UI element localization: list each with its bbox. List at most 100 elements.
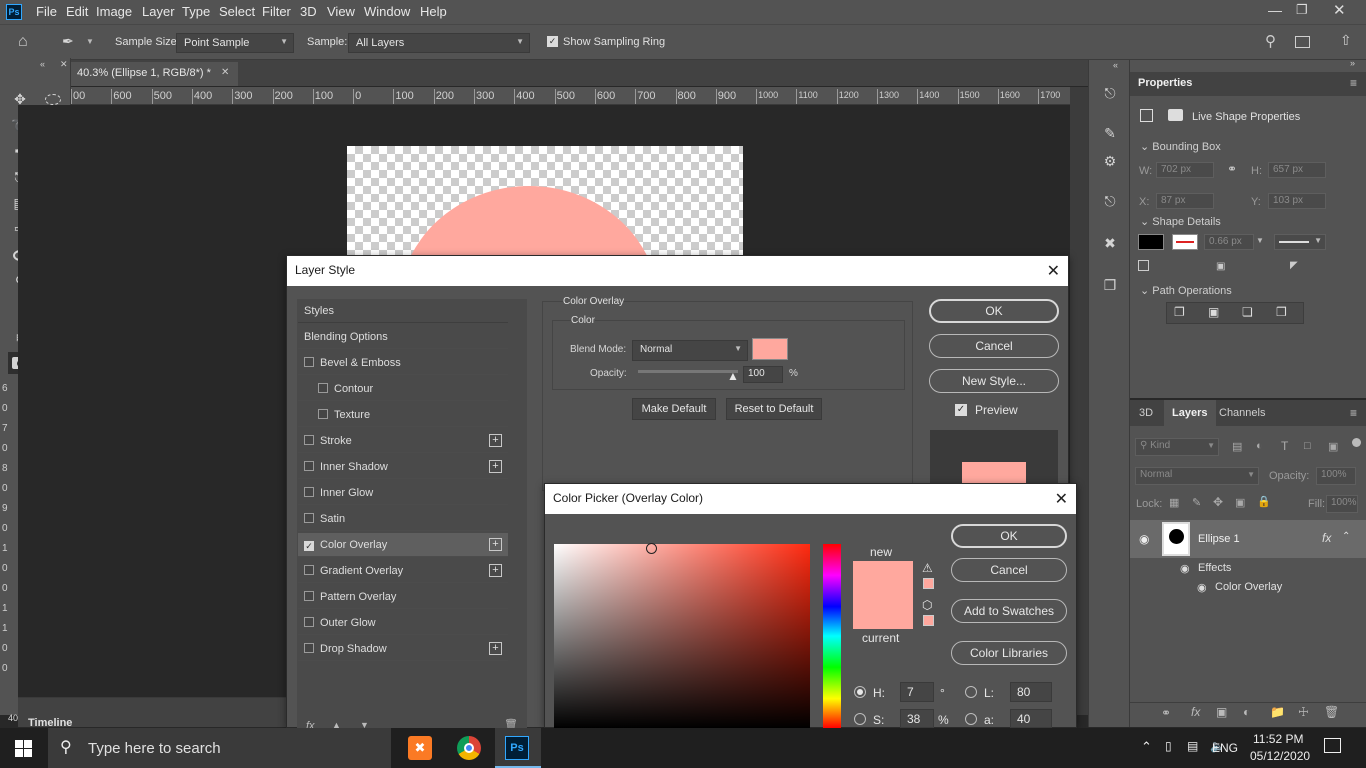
y-field[interactable]: 103 px [1268, 193, 1326, 209]
color-picker-ok-button[interactable]: OK [951, 524, 1067, 548]
filter-pixel-icon[interactable]: ▤ [1232, 440, 1242, 453]
tool-preset-chevron-icon[interactable]: ▼ [86, 37, 94, 46]
style-checkbox[interactable] [304, 617, 314, 627]
close-icon[interactable]: ✕ [1047, 261, 1060, 281]
style-item-bevel-emboss[interactable]: Bevel & Emboss [298, 351, 508, 375]
panel-menu-icon[interactable]: ≡ [1350, 76, 1357, 90]
visibility-eye-icon[interactable]: ◉ [1139, 532, 1149, 546]
eyedropper-tool-icon[interactable]: ✒ [62, 33, 74, 50]
out-of-gamut-warning-icon[interactable]: ⚠ [922, 561, 933, 575]
style-checkbox[interactable] [304, 461, 314, 471]
hue-radio[interactable] [854, 686, 866, 698]
stroke-align-icon[interactable] [1138, 260, 1149, 271]
opacity-slider-track[interactable] [638, 370, 738, 373]
chevron-up-icon[interactable]: ⌃ [1342, 531, 1350, 542]
style-item-satin[interactable]: Satin [298, 507, 508, 531]
collapse-strip-icon[interactable]: « [1113, 60, 1118, 70]
show-sampling-ring-checkbox[interactable]: ✓ [547, 36, 558, 47]
share-icon[interactable]: ⇧ [1340, 32, 1352, 49]
menu-image[interactable]: Image [96, 4, 132, 19]
style-checkbox[interactable] [304, 643, 314, 653]
menu-3d[interactable]: 3D [300, 4, 317, 19]
effects-label[interactable]: Effects [1198, 562, 1231, 574]
add-mask-icon[interactable]: ▣ [1216, 705, 1227, 719]
style-item-inner-glow[interactable]: Inner Glow [298, 481, 508, 505]
style-item-drop-shadow[interactable]: Drop Shadow + [298, 637, 508, 661]
exclude-shapes-icon[interactable]: ❒ [1276, 305, 1287, 319]
sample-size-select[interactable]: Point Sample ▼ [176, 33, 294, 53]
height-field[interactable]: 657 px [1268, 162, 1326, 178]
style-item-gradient-overlay[interactable]: Gradient Overlay + [298, 559, 508, 583]
overlay-blend-mode-select[interactable]: Normal ▼ [632, 340, 748, 361]
sample-select[interactable]: All Layers ▼ [348, 33, 530, 53]
style-item-stroke[interactable]: Stroke + [298, 429, 508, 453]
effects-visibility-icon[interactable]: ◉ [1180, 562, 1190, 575]
delete-layer-icon[interactable]: 🗑 [1324, 705, 1339, 719]
network-icon[interactable]: ▤ [1187, 739, 1198, 753]
style-checkbox[interactable] [304, 357, 314, 367]
document-tab[interactable]: 40.3% (Ellipse 1, RGB/8*) * ✕ [71, 62, 238, 86]
panel-menu-icon[interactable]: ≡ [1350, 406, 1357, 420]
photoshop-app-icon[interactable]: Ps [505, 736, 529, 760]
link-icon[interactable]: ⚭ [1227, 162, 1237, 176]
close-icon[interactable]: ✕ [1055, 489, 1068, 509]
tab-layers[interactable]: Layers [1172, 407, 1207, 419]
close-toolbox-icon[interactable]: ✕ [60, 59, 68, 70]
new-adjustment-icon[interactable]: ◐ [1243, 705, 1250, 719]
hue-field[interactable]: 7 [900, 682, 934, 702]
overlay-color-swatch[interactable] [752, 338, 788, 360]
filter-adjustment-icon[interactable]: ◐ [1256, 440, 1263, 452]
menu-window[interactable]: Window [364, 4, 410, 19]
blending-options-item[interactable]: Blending Options [298, 325, 508, 349]
color-overlay-visibility-icon[interactable]: ◉ [1197, 581, 1207, 594]
stroke-swatch[interactable] [1172, 234, 1198, 250]
clock-time[interactable]: 11:52 PM [1253, 732, 1303, 746]
layer-name[interactable]: Ellipse 1 [1198, 533, 1240, 545]
make-default-button[interactable]: Make Default [632, 398, 716, 420]
filter-smart-object-icon[interactable]: ▣ [1328, 440, 1338, 453]
new-style-button[interactable]: New Style... [929, 369, 1059, 393]
lock-image-icon[interactable]: ✎ [1192, 496, 1201, 509]
chrome-app-icon[interactable] [457, 736, 481, 760]
overlay-opacity-field[interactable]: 100 [743, 366, 783, 383]
style-item-inner-shadow[interactable]: Inner Shadow + [298, 455, 508, 479]
color-picker-cursor[interactable] [646, 543, 657, 554]
fill-field[interactable]: 100% [1326, 495, 1358, 513]
fx-indicator[interactable]: fx [1322, 531, 1331, 545]
stroke-width-field[interactable]: 0.66 px [1204, 234, 1254, 250]
filter-shape-icon[interactable]: □ [1304, 440, 1311, 452]
adjustments-icon[interactable]: ⚙ [1098, 150, 1122, 172]
style-item-contour[interactable]: Contour [298, 377, 508, 401]
add-effect-plus-icon[interactable]: + [489, 434, 502, 447]
libraries-icon[interactable]: ❐ [1098, 274, 1122, 296]
lock-artboard-icon[interactable]: ▣ [1235, 496, 1245, 509]
layer-filter-select[interactable]: ⚲ Kind ▼ [1135, 438, 1219, 456]
lock-position-icon[interactable]: ✥ [1213, 495, 1223, 509]
width-field[interactable]: 702 px [1156, 162, 1214, 178]
lock-all-icon[interactable]: 🔒 [1257, 495, 1271, 508]
tab-channels[interactable]: Channels [1219, 407, 1265, 419]
menu-file[interactable]: File [36, 4, 57, 19]
close-icon[interactable]: ✕ [1333, 1, 1346, 19]
lightness-field[interactable]: 80 [1010, 682, 1052, 702]
ellipse-shape[interactable] [399, 186, 659, 255]
style-checkbox[interactable] [318, 409, 328, 419]
new-layer-icon[interactable]: ☩ [1298, 705, 1309, 719]
layer-row-ellipse-1[interactable]: ◉ Ellipse 1 fx ⌃ [1130, 520, 1366, 558]
subtract-shape-icon[interactable]: ▣ [1208, 305, 1219, 319]
menu-select[interactable]: Select [219, 4, 255, 19]
current-color-swatch[interactable] [853, 595, 913, 629]
intersect-shapes-icon[interactable]: ❏ [1242, 305, 1253, 319]
filter-type-icon[interactable]: T [1281, 439, 1288, 453]
notifications-icon[interactable] [1324, 738, 1341, 753]
xampp-app-icon[interactable]: ✖ [408, 736, 432, 760]
add-effect-plus-icon[interactable]: + [489, 564, 502, 577]
windows-start-icon[interactable] [15, 740, 32, 757]
reset-to-default-button[interactable]: Reset to Default [726, 398, 822, 420]
web-safe-cube-icon[interactable]: ⬡ [922, 598, 932, 612]
stroke-corner-icon[interactable]: ◤ [1290, 260, 1298, 271]
close-tab-icon[interactable]: ✕ [221, 67, 229, 78]
blend-mode-select[interactable]: Normal ▼ [1135, 467, 1259, 485]
style-item-outer-glow[interactable]: Outer Glow [298, 611, 508, 635]
add-style-icon[interactable]: fx [1191, 705, 1200, 719]
